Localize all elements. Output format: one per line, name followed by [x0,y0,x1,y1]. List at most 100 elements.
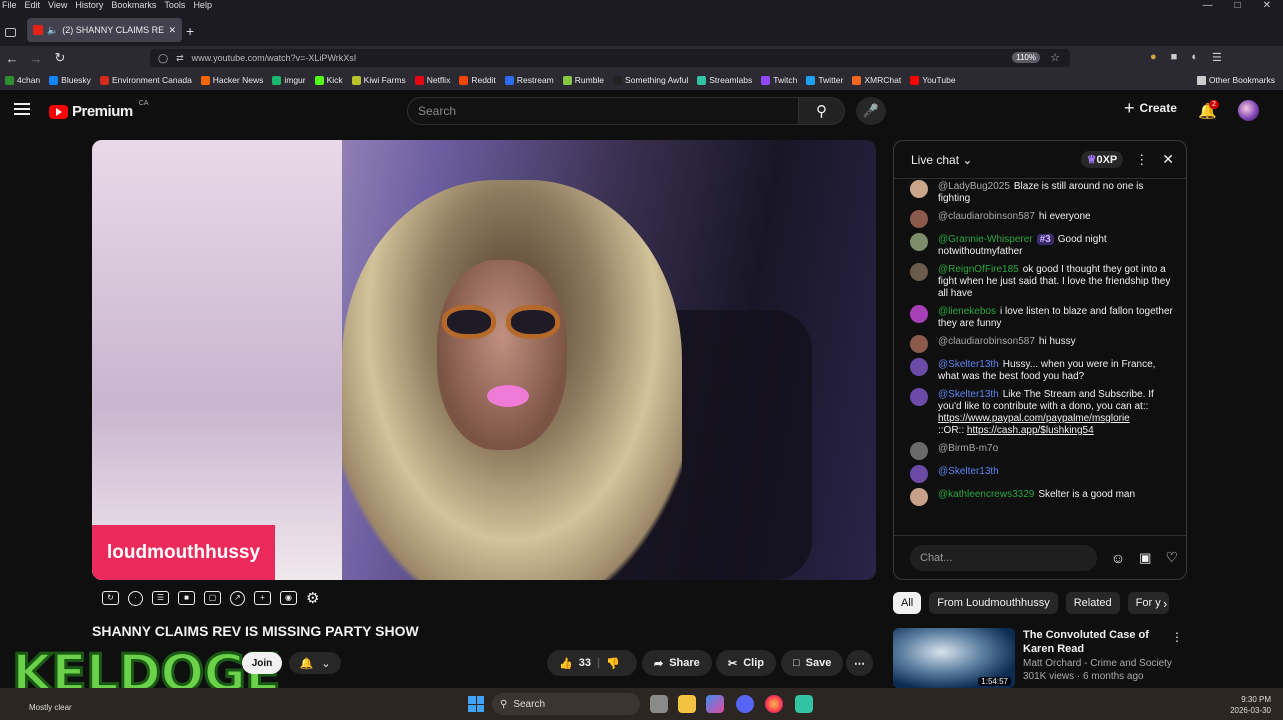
chat-avatar[interactable] [910,305,928,323]
settings-gear-icon[interactable]: ⚙ [306,589,319,607]
chat-author[interactable]: @ReignOfFire185 [938,264,1019,275]
chat-author[interactable]: @lienekebos [938,306,996,317]
chat-author[interactable]: @kathleencrews3329 [938,489,1034,500]
share-button[interactable]: ➦ Share [642,650,712,676]
new-tab-icon[interactable]: + [186,23,194,39]
dislike-icon[interactable]: 👎 [606,657,620,670]
minimize-icon[interactable]: — [1203,0,1213,11]
chat-link[interactable]: https://cash.app/$lushking54 [967,425,1094,436]
windows-start-icon[interactable] [468,696,484,712]
chat-avatar[interactable] [910,263,928,281]
xp-badge[interactable]: ♕0XP [1080,151,1124,168]
bookmark-kiwi-farms[interactable]: Kiwi Farms [351,75,406,85]
shield-icon[interactable]: ◯ [158,53,168,64]
chat-message[interactable]: @Grannie-Whisperer #3 Good night notwithou… [910,233,1176,258]
chat-message[interactable]: @BirmB-m7o [910,442,1176,460]
chat-message[interactable]: @Skelter13th Like The Stream and Subscrib… [910,388,1176,437]
voice-search-button[interactable]: 🎤 [856,97,886,125]
tab-list-icon[interactable] [5,28,16,37]
bookmark-imgur[interactable]: imgur [272,75,306,85]
menu-icon[interactable]: ☰ [1212,51,1222,64]
streamlabs-icon[interactable] [795,695,813,713]
sync-icon[interactable]: ◐ [1191,51,1198,64]
weather-status[interactable]: Mostly clear [29,703,72,712]
chat-avatar[interactable] [910,233,928,251]
audio-icon[interactable]: · [128,590,143,606]
speed-icon[interactable]: ↗ [230,590,245,606]
user-avatar[interactable] [1238,100,1259,121]
copilot-icon[interactable] [706,695,724,713]
chat-avatar[interactable] [910,388,928,406]
bookmark-bluesky[interactable]: Bluesky [49,75,91,85]
bookmark-rumble[interactable]: Rumble [562,75,604,85]
screenshot-icon[interactable]: ◉ [280,591,297,605]
star-icon[interactable]: ☆ [1050,51,1060,64]
playlist-icon[interactable]: ☰ [152,591,169,605]
join-button[interactable]: Join [242,652,282,674]
chip-all[interactable]: All [893,592,922,614]
bookmark-twitter[interactable]: Twitter [806,75,843,85]
chat-message[interactable]: @Skelter13th [910,465,1176,483]
like-icon[interactable]: 👍 [559,657,573,670]
bookmark-netflix[interactable]: Netflix [414,75,450,85]
zoom-level[interactable]: 110% [1012,52,1040,63]
chat-avatar[interactable] [910,465,928,483]
task-view-icon[interactable] [650,695,668,713]
menu-item-help[interactable]: Help [193,0,212,11]
youtube-logo[interactable]: Premium CA [49,100,148,120]
reload-icon[interactable]: ↻ [48,50,72,66]
forward-icon[interactable]: → [24,51,48,66]
firefox-icon[interactable] [765,695,783,713]
cinema-icon[interactable]: ■ [178,591,195,605]
bookmark-restream[interactable]: Restream [504,75,554,85]
chat-author[interactable]: @Skelter13th [938,389,999,400]
recommended-video[interactable]: 1:54:57 The Convoluted Case of Karen Rea… [893,628,1183,688]
menu-item-file[interactable]: File [2,0,17,11]
more-vertical-icon[interactable]: ⋮ [1135,152,1148,168]
recommended-thumbnail[interactable]: 1:54:57 [893,628,1015,688]
chat-author[interactable]: @LadyBug2025 [938,181,1010,192]
picture-in-picture-icon[interactable]: ▢ [204,591,221,605]
super-chat-icon[interactable]: ▣ [1139,550,1151,566]
bookmark-twitch[interactable]: Twitch [761,75,797,85]
chat-message[interactable]: @lienekebos i love listen to blaze and fa… [910,305,1176,330]
loop-icon[interactable]: ↻ [102,591,119,605]
chat-avatar[interactable] [910,180,928,198]
bookmark-something-awful[interactable]: Something Awful [613,75,688,85]
chat-avatar[interactable] [910,488,928,506]
menu-item-view[interactable]: View [48,0,67,11]
chat-author[interactable]: @Skelter13th [938,359,999,370]
bookmark-kick[interactable]: Kick [314,75,343,85]
close-chat-icon[interactable]: ✕ [1162,151,1174,168]
chat-message[interactable]: @Skelter13th Hussy... when you were in Fr… [910,358,1176,383]
restore-icon[interactable]: □ [1235,0,1241,11]
chat-avatar[interactable] [910,358,928,376]
site-info-icon[interactable]: ⇄ [176,53,184,64]
chip-related[interactable]: Related [1065,592,1120,614]
chip-from-loudmouthhussy[interactable]: From Loudmouthhussy [929,592,1058,614]
browser-tab[interactable]: 🔈 (2) SHANNY CLAIMS REV IS ✕ [27,18,182,42]
create-button[interactable]: + Create [1124,99,1177,117]
chat-author[interactable]: @claudiarobinson587 [938,211,1035,222]
chat-link[interactable]: https://www.paypal.com/paypalme/msglorie [938,413,1130,424]
like-count[interactable]: 33 [579,657,591,669]
bookmark-youtube[interactable]: YouTube [910,75,956,85]
back-icon[interactable]: ← [0,51,24,66]
discord-icon[interactable] [736,695,754,713]
close-window-icon[interactable]: ✕ [1263,0,1271,11]
menu-item-bookmarks[interactable]: Bookmarks [111,0,156,11]
chat-avatar[interactable] [910,442,928,460]
url-bar[interactable]: ◯ ⇄ www.youtube.com/watch?v=-XLiPWrkXsI … [150,49,1070,67]
file-explorer-icon[interactable] [678,695,696,713]
bookmark-xmrchat[interactable]: XMRChat [852,75,901,85]
emoji-icon[interactable]: ☺ [1111,550,1125,566]
menu-item-tools[interactable]: Tools [164,0,185,11]
chat-author[interactable]: @Skelter13th [938,466,999,477]
chat-avatar[interactable] [910,335,928,353]
puzzle-icon[interactable]: ■ [1171,51,1178,64]
recommended-channel[interactable]: Matt Orchard - Crime and Society [1023,658,1183,669]
more-vertical-icon[interactable]: ⋮ [1171,630,1183,644]
chat-message-list[interactable]: @LadyBug2025 Blaze is still around no one… [894,179,1186,506]
chat-message[interactable]: @ReignOfFire185 ok good I thought they go… [910,263,1176,300]
save-button[interactable]: □ Save [781,650,844,676]
